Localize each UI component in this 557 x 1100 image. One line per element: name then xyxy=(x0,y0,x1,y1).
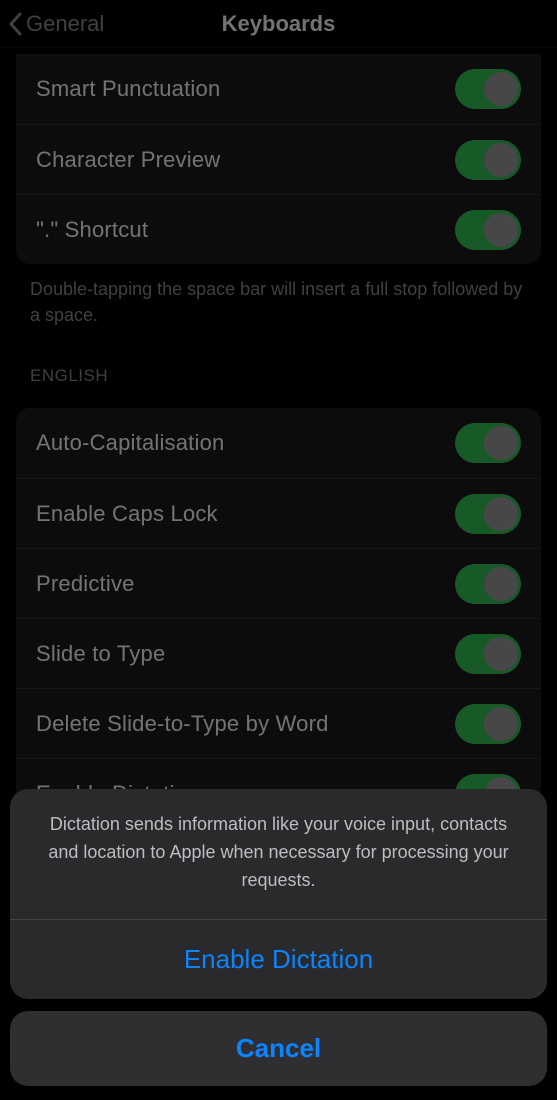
settings-group-all-keyboards: Smart Punctuation Character Preview "." … xyxy=(16,54,541,264)
row-period-shortcut[interactable]: "." Shortcut xyxy=(16,194,541,264)
toggle-knob xyxy=(484,637,518,671)
row-label: Enable Caps Lock xyxy=(36,501,218,527)
back-label: General xyxy=(26,11,104,37)
row-enable-caps-lock[interactable]: Enable Caps Lock xyxy=(16,478,541,548)
row-label: Smart Punctuation xyxy=(36,76,220,102)
row-label: Character Preview xyxy=(36,147,220,173)
toggle-enable-caps-lock[interactable] xyxy=(455,494,521,534)
row-auto-capitalisation[interactable]: Auto-Capitalisation xyxy=(16,408,541,478)
toggle-smart-punctuation[interactable] xyxy=(455,69,521,109)
action-sheet-message: Dictation sends information like your vo… xyxy=(10,789,547,919)
row-slide-to-type[interactable]: Slide to Type xyxy=(16,618,541,688)
row-label: Delete Slide-to-Type by Word xyxy=(36,711,329,737)
row-label: Auto-Capitalisation xyxy=(36,430,224,456)
row-label: Predictive xyxy=(36,571,135,597)
row-predictive[interactable]: Predictive xyxy=(16,548,541,618)
row-character-preview[interactable]: Character Preview xyxy=(16,124,541,194)
action-sheet: Dictation sends information like your vo… xyxy=(10,789,547,1086)
row-label: Slide to Type xyxy=(36,641,165,667)
action-sheet-card: Dictation sends information like your vo… xyxy=(10,789,547,999)
toggle-auto-capitalisation[interactable] xyxy=(455,423,521,463)
toggle-predictive[interactable] xyxy=(455,564,521,604)
toggle-knob xyxy=(484,213,518,247)
toggle-knob xyxy=(484,143,518,177)
toggle-knob xyxy=(484,497,518,531)
toggle-knob xyxy=(484,567,518,601)
toggle-delete-slide-by-word[interactable] xyxy=(455,704,521,744)
toggle-period-shortcut[interactable] xyxy=(455,210,521,250)
enable-dictation-button[interactable]: Enable Dictation xyxy=(10,920,547,999)
cancel-button[interactable]: Cancel xyxy=(10,1011,547,1086)
section-header-english: ENGLISH xyxy=(0,328,557,394)
back-button[interactable]: General xyxy=(8,0,104,47)
group-footer-text: Double-tapping the space bar will insert… xyxy=(0,264,557,328)
page-title: Keyboards xyxy=(222,11,336,37)
row-delete-slide-by-word[interactable]: Delete Slide-to-Type by Word xyxy=(16,688,541,758)
toggle-knob xyxy=(484,72,518,106)
chevron-left-icon xyxy=(8,12,22,36)
toggle-slide-to-type[interactable] xyxy=(455,634,521,674)
navbar: General Keyboards xyxy=(0,0,557,48)
row-label: "." Shortcut xyxy=(36,217,148,243)
settings-group-english: Auto-Capitalisation Enable Caps Lock Pre… xyxy=(16,408,541,828)
toggle-knob xyxy=(484,426,518,460)
toggle-character-preview[interactable] xyxy=(455,140,521,180)
toggle-knob xyxy=(484,707,518,741)
row-smart-punctuation[interactable]: Smart Punctuation xyxy=(16,54,541,124)
